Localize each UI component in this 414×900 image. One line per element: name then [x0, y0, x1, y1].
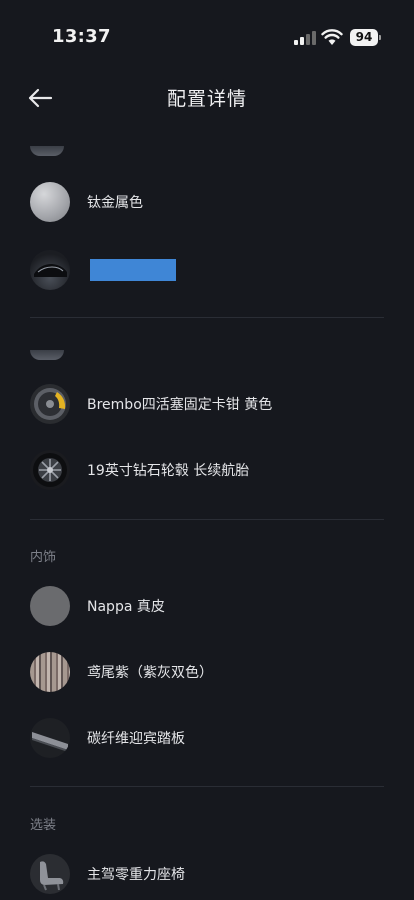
cellular-signal-icon: [294, 31, 316, 45]
divider: [30, 786, 384, 787]
divider: [30, 519, 384, 520]
status-time: 13:37: [52, 26, 111, 47]
seat-thumbnail: [30, 854, 70, 894]
list-item-interior-color[interactable]: 鸢尾紫（紫灰双色）: [0, 644, 414, 700]
partial-thumbnail: [30, 146, 64, 156]
car-thumbnail: [30, 250, 70, 290]
list-item-driver-seat[interactable]: 主驾零重力座椅: [0, 846, 414, 900]
paint-swatch: [30, 182, 70, 222]
redaction-bar: [90, 259, 176, 281]
list-item-wheel[interactable]: 19英寸钻石轮毂 长续航胎: [0, 442, 414, 498]
brake-disc-icon: [34, 388, 66, 420]
wifi-icon: [321, 29, 343, 45]
door-sill-thumbnail: [30, 718, 70, 758]
interior-color-swatch: [30, 652, 70, 692]
divider: [30, 317, 384, 318]
section-title-optional: 选装: [30, 818, 57, 833]
item-label: 19英寸钻石轮毂 长续航胎: [87, 463, 250, 479]
item-label: 主驾零重力座椅: [87, 867, 185, 883]
wheel-icon: [33, 453, 67, 487]
brake-caliper-thumbnail: [30, 384, 70, 424]
item-label: Nappa 真皮: [87, 599, 165, 615]
item-label: 鸢尾紫（紫灰双色）: [87, 665, 213, 681]
status-bar: 13:37 94: [0, 0, 414, 72]
car-silhouette-icon: [34, 264, 67, 277]
item-label: 碳纤维迎宾踏板: [87, 731, 185, 747]
door-sill-icon: [32, 732, 68, 752]
list-item-brake[interactable]: Brembo四活塞固定卡钳 黄色: [0, 376, 414, 432]
wheel-thumbnail: [30, 450, 70, 490]
header: 配置详情: [0, 78, 414, 118]
partial-thumbnail: [30, 350, 64, 360]
section-title-interior: 内饰: [30, 550, 57, 565]
item-label: Brembo四活塞固定卡钳 黄色: [87, 397, 273, 413]
list-item-paint[interactable]: 钛金属色: [0, 174, 414, 230]
seat-icon: [40, 861, 64, 891]
list-item-door-sill[interactable]: 碳纤维迎宾踏板: [0, 710, 414, 766]
battery-icon: 94: [350, 29, 381, 46]
list-item-redacted[interactable]: [0, 242, 414, 298]
leather-swatch: [30, 586, 70, 626]
item-label: 钛金属色: [87, 195, 143, 211]
page-title: 配置详情: [166, 88, 247, 110]
list-item-seat-material[interactable]: Nappa 真皮: [0, 578, 414, 634]
